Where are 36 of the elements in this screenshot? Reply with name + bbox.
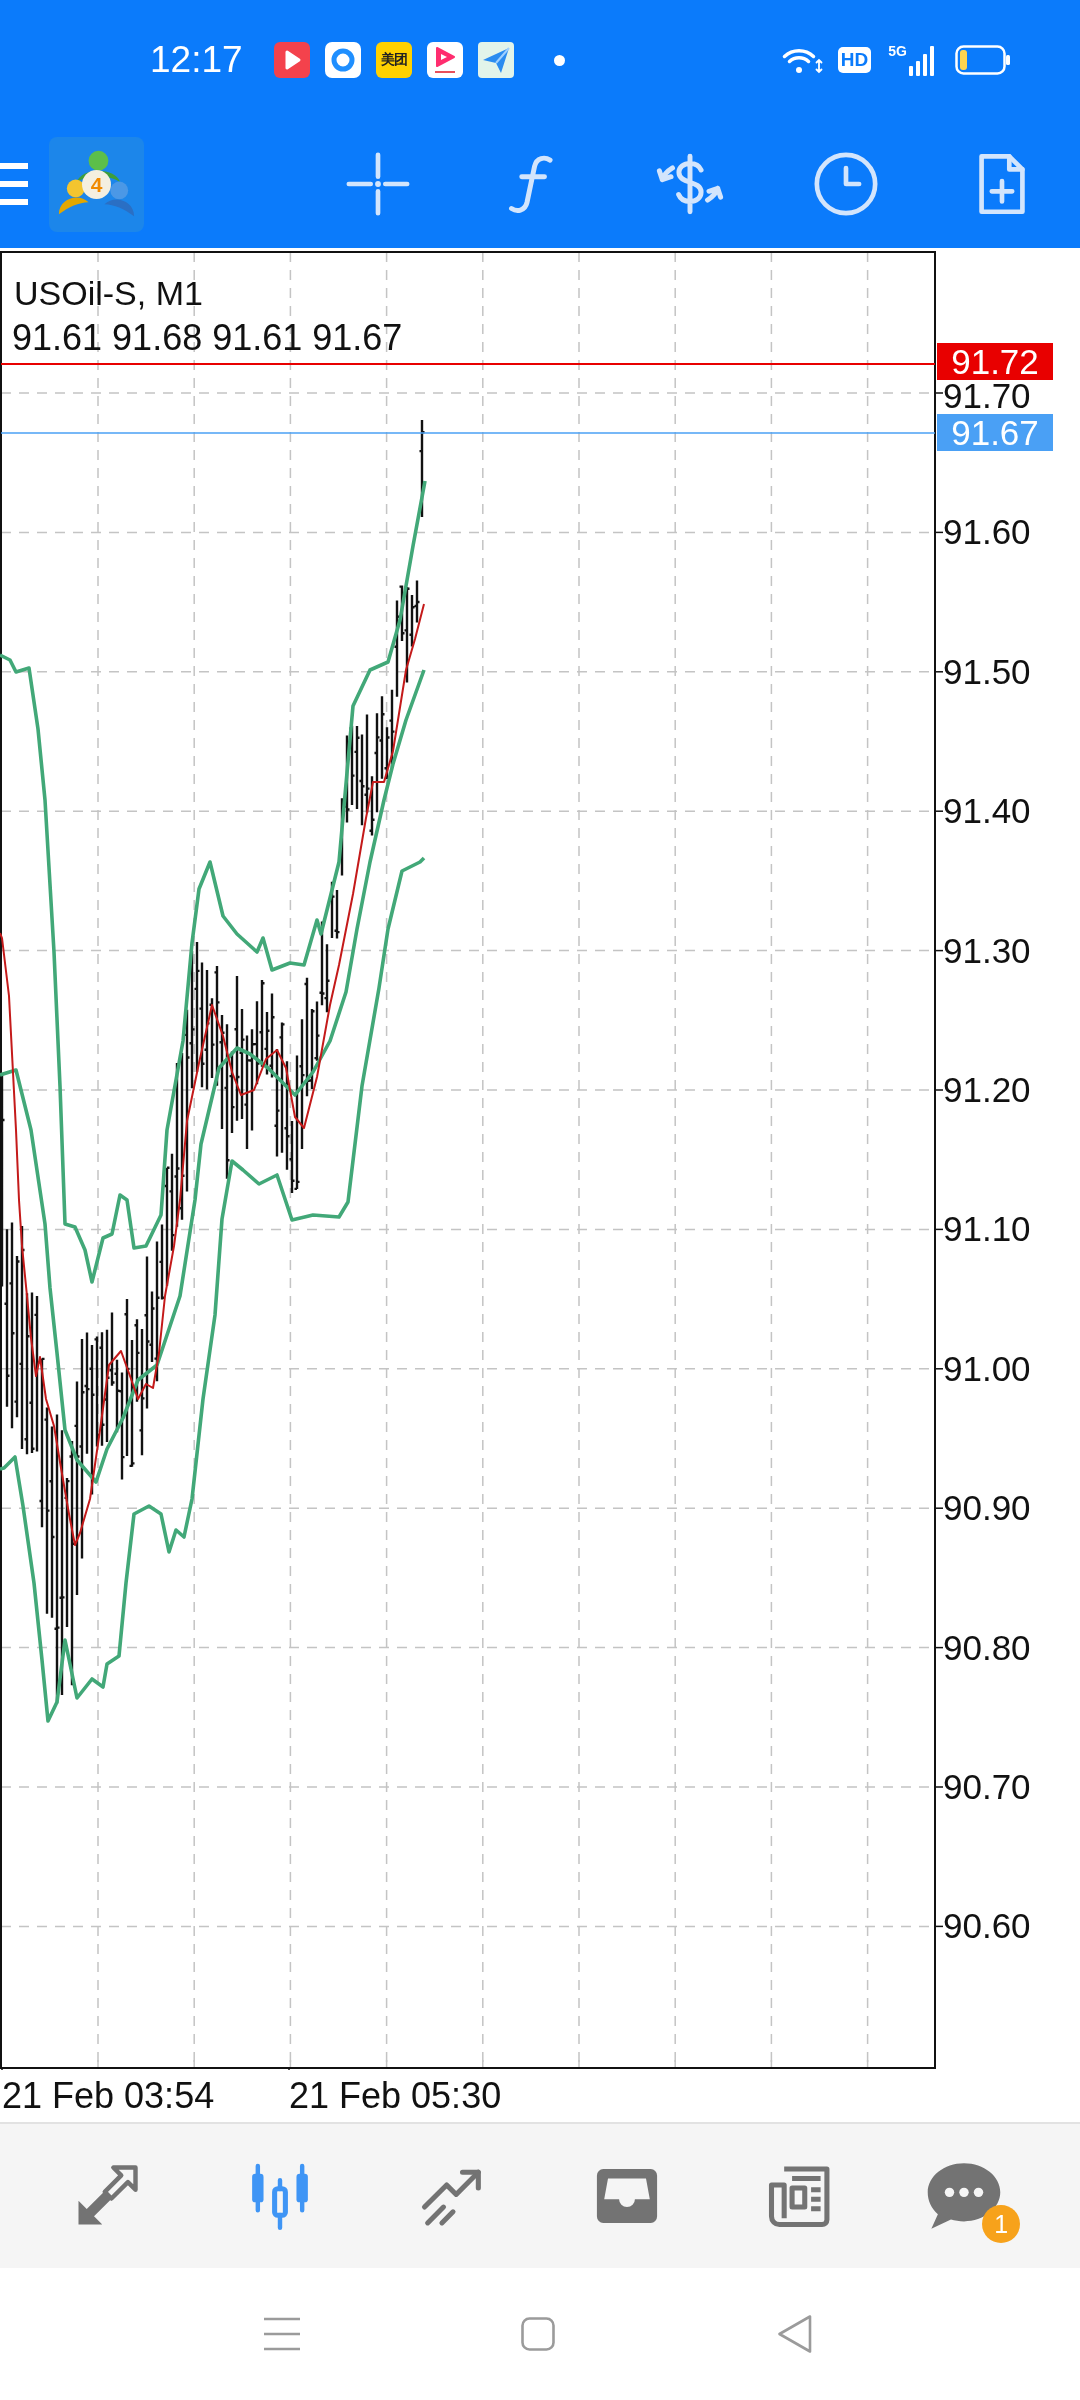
menu-icon[interactable]	[0, 161, 30, 207]
square-icon[interactable]	[521, 2317, 555, 2351]
hd-indicator: HD	[837, 47, 872, 73]
price-axis-label: 90.90	[943, 1493, 1031, 1524]
app-logo[interactable]: 4	[49, 136, 144, 232]
triangle-icon[interactable]	[777, 2314, 813, 2354]
price-axis-label: 91.50	[943, 656, 1031, 687]
price-line-tag: 91.72	[937, 343, 1053, 380]
price-axis-label: 90.70	[943, 1772, 1031, 1802]
price-axis-label: 91.00	[943, 1353, 1031, 1384]
notification-badge: 1	[982, 2205, 1021, 2243]
price-axis-label: 91.20	[943, 1075, 1031, 1105]
ohlc-values: 91.61 91.68 91.61 91.67	[12, 317, 403, 359]
paper-plane-tile-icon	[477, 42, 514, 78]
price-axis-label: 91.40	[943, 796, 1031, 827]
price-axis-label: 91.10	[943, 1214, 1031, 1245]
play-shape-tile-icon	[426, 42, 463, 78]
status-time: 12:17	[150, 38, 243, 82]
network-type-label: 5G	[888, 44, 907, 58]
signal-bars-icon	[909, 44, 935, 76]
version-badge: 4	[82, 169, 111, 199]
menu-icon[interactable]	[263, 2316, 301, 2352]
price-axis-label: 90.60	[943, 1911, 1031, 1942]
price-axis-label: 91.70	[943, 381, 1031, 411]
time-axis-label: 21 Feb 03:54	[2, 2076, 215, 2116]
price-axis-label: 90.80	[943, 1632, 1031, 1663]
price-line-tag: 91.67	[937, 414, 1053, 451]
battery-icon	[955, 45, 1011, 75]
dot-icon	[553, 54, 565, 66]
price-axis-label: 91.60	[943, 517, 1031, 548]
ring-tile-icon	[324, 42, 361, 78]
chart-symbol: USOil-S, M1	[14, 273, 203, 314]
price-axis-label: 91.30	[943, 935, 1031, 966]
app-notification-logo: 美团	[375, 42, 412, 78]
play-tile-icon	[273, 42, 310, 78]
time-axis-label: 21 Feb 05:30	[289, 2076, 502, 2116]
